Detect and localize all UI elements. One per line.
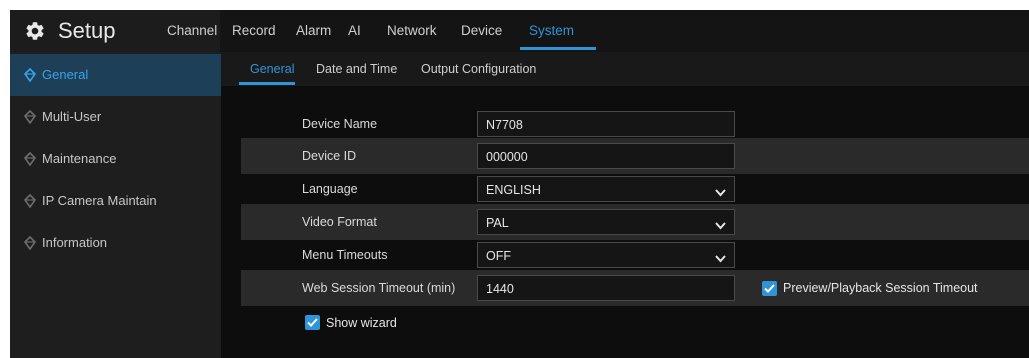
web-session-timeout-label: Web Session Timeout (min) bbox=[302, 281, 456, 295]
language-select[interactable]: ENGLISH bbox=[477, 176, 735, 202]
subtab-output-configuration[interactable]: Output Configuration bbox=[421, 52, 536, 86]
language-row: Language ENGLISH bbox=[241, 171, 1029, 207]
show-wizard-checkbox[interactable] bbox=[305, 315, 320, 330]
page-title: Setup bbox=[58, 18, 116, 43]
show-wizard-label: Show wizard bbox=[326, 316, 397, 330]
sidebar-item-label: Maintenance bbox=[42, 151, 117, 166]
check-icon bbox=[307, 318, 318, 327]
sidebar-item-multi-user[interactable]: Multi-User bbox=[10, 96, 221, 138]
sidebar-item-information[interactable]: Information bbox=[10, 222, 221, 264]
tab-ai[interactable]: AI bbox=[348, 10, 361, 52]
chevron-down-icon bbox=[715, 251, 726, 263]
preview-playback-timeout-checkbox[interactable] bbox=[762, 281, 777, 296]
tab-channel[interactable]: Channel bbox=[167, 10, 217, 52]
setup-header: Setup Channel bbox=[10, 10, 220, 52]
tab-system[interactable]: System bbox=[529, 10, 574, 52]
sidebar-item-maintenance[interactable]: Maintenance bbox=[10, 138, 221, 180]
video-format-label: Video Format bbox=[302, 215, 377, 229]
video-format-row: Video Format PAL bbox=[241, 204, 1029, 240]
main-panel: General Date and Time Output Configurati… bbox=[221, 52, 1029, 358]
device-id-label: Device ID bbox=[302, 149, 357, 163]
device-id-value: 000000 bbox=[486, 150, 528, 164]
menu-timeouts-label: Menu Timeouts bbox=[302, 248, 388, 262]
language-value: ENGLISH bbox=[486, 183, 541, 197]
device-name-value: N7708 bbox=[486, 118, 523, 132]
chevron-down-icon bbox=[715, 185, 726, 197]
tab-record[interactable]: Record bbox=[232, 10, 276, 52]
device-name-row: Device Name N7708 bbox=[241, 106, 1029, 142]
tab-network[interactable]: Network bbox=[387, 10, 437, 52]
device-name-label: Device Name bbox=[302, 117, 378, 131]
active-tab-indicator bbox=[520, 47, 596, 50]
setup-window: Setup Channel Record Alarm AI Network De… bbox=[0, 0, 1029, 358]
menu-timeouts-select[interactable]: OFF bbox=[477, 242, 735, 268]
tab-alarm[interactable]: Alarm bbox=[296, 10, 331, 52]
diamond-icon bbox=[23, 235, 37, 251]
web-session-timeout-field[interactable]: 1440 bbox=[477, 275, 735, 301]
sidebar-item-ip-camera-maintain[interactable]: IP Camera Maintain bbox=[10, 180, 221, 222]
sidebar-item-label: Multi-User bbox=[42, 109, 102, 124]
sidebar-item-label: Information bbox=[42, 235, 108, 250]
device-name-field[interactable]: N7708 bbox=[477, 111, 735, 137]
preview-playback-timeout-label: Preview/Playback Session Timeout bbox=[783, 281, 978, 295]
subtab-date-and-time[interactable]: Date and Time bbox=[316, 52, 397, 86]
device-id-field[interactable]: 000000 bbox=[477, 143, 735, 169]
gear-icon bbox=[24, 20, 46, 42]
sidebar: General Multi-User Maintenance IP Camera… bbox=[10, 52, 221, 358]
diamond-icon bbox=[23, 67, 37, 83]
sidebar-item-general[interactable]: General bbox=[10, 54, 221, 96]
active-subtab-indicator bbox=[239, 82, 295, 85]
web-session-timeout-value: 1440 bbox=[486, 282, 514, 296]
diamond-icon bbox=[23, 109, 37, 125]
web-session-timeout-row: Web Session Timeout (min) 1440 Preview/P… bbox=[241, 270, 1029, 306]
device-id-row: Device ID 000000 bbox=[241, 138, 1029, 174]
sub-tab-bar: General Date and Time Output Configurati… bbox=[221, 52, 1029, 86]
subtab-general[interactable]: General bbox=[250, 52, 294, 86]
tab-device[interactable]: Device bbox=[461, 10, 502, 52]
sidebar-item-label: General bbox=[42, 67, 89, 82]
video-format-select[interactable]: PAL bbox=[477, 209, 735, 235]
diamond-icon bbox=[23, 151, 37, 167]
chevron-down-icon bbox=[715, 218, 726, 230]
language-label: Language bbox=[302, 182, 358, 196]
video-format-value: PAL bbox=[486, 216, 509, 230]
menu-timeouts-row: Menu Timeouts OFF bbox=[241, 237, 1029, 273]
diamond-icon bbox=[23, 193, 37, 209]
menu-timeouts-value: OFF bbox=[486, 249, 511, 263]
top-navigation-bar: Setup Channel Record Alarm AI Network De… bbox=[10, 10, 1029, 52]
check-icon bbox=[764, 284, 775, 293]
sidebar-item-label: IP Camera Maintain bbox=[42, 193, 157, 208]
